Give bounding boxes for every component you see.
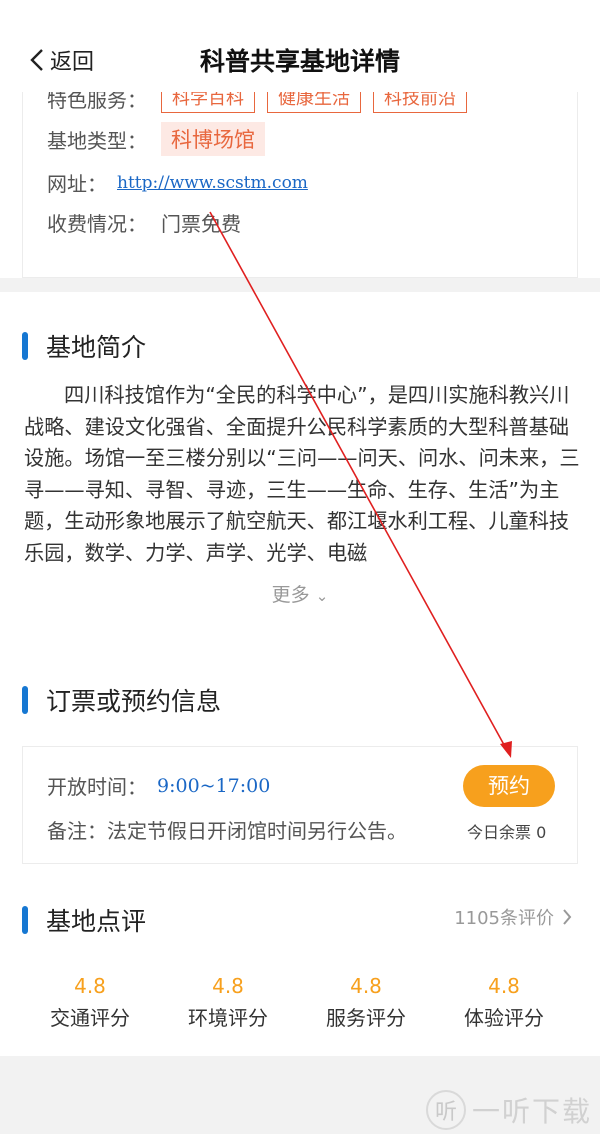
intro-text: 四川科技馆作为“全民的科学中心”，是四川实施科教兴川战略、建设文化强省、全面提升… [24, 383, 580, 565]
watermark: 听 一听下载 [425, 1090, 592, 1130]
type-badge: 科博场馆 [161, 122, 265, 156]
score-value: 4.8 [212, 974, 244, 998]
booking-note: 备注：法定节假日开闭馆时间另行公告。 [47, 819, 407, 843]
base-info-card: 特色服务： 科学百科 健康生活 科技前沿 基地类型： 科博场馆 网址： http… [22, 60, 578, 278]
booking-title: 订票或预约信息 [46, 687, 222, 716]
score-value: 4.8 [488, 974, 520, 998]
score-value: 4.8 [350, 974, 382, 998]
tickets-remaining: 今日余票 0 [467, 823, 547, 842]
base-info-section: 特色服务： 科学百科 健康生活 科技前沿 基地类型： 科博场馆 网址： http… [0, 60, 600, 278]
top-nav-bar: 返回 科普共享基地详情 [0, 0, 600, 92]
open-time-value: 9:00~17:00 [157, 774, 271, 797]
fee-label: 收费情况： [47, 212, 147, 236]
open-time-label: 开放时间： [47, 775, 147, 799]
website-row: 网址： http://www.scstm.com [47, 168, 308, 197]
chevron-right-icon [563, 909, 572, 925]
double-chevron-down-icon: ⌄ [315, 587, 329, 605]
website-link[interactable]: http://www.scstm.com [117, 173, 308, 193]
section-accent-bar [22, 906, 28, 934]
score-label: 环境评分 [188, 1006, 268, 1030]
fee-value: 门票免费 [161, 212, 241, 236]
type-label: 基地类型： [47, 128, 147, 153]
score-item: 4.8 环境评分 [153, 974, 303, 1031]
website-label: 网址： [47, 172, 107, 196]
reviews-title: 基地点评 [46, 907, 147, 936]
score-value: 4.8 [74, 974, 106, 998]
intro-section: 基地简介 四川科技馆作为“全民的科学中心”，是四川实施科教兴川战略、建设文化强省… [0, 292, 600, 654]
score-label: 交通评分 [50, 1006, 130, 1030]
more-button[interactable]: 更多 ⌄ [0, 580, 600, 607]
open-time-row: 开放时间： 9:00~17:00 [47, 771, 270, 800]
score-item: 4.8 体验评分 [429, 974, 579, 1031]
more-label: 更多 [271, 584, 310, 606]
page-title: 科普共享基地详情 [199, 47, 400, 76]
section-accent-bar [22, 332, 28, 360]
booking-section: 订票或预约信息 开放时间： 9:00~17:00 备注：法定节假日开闭馆时间另行… [0, 654, 600, 884]
reserve-button[interactable]: 预约 [463, 765, 555, 807]
review-count-link[interactable]: 1105条评价 [454, 904, 572, 930]
score-label: 服务评分 [326, 1006, 406, 1030]
intro-header: 基地简介 [22, 328, 146, 364]
score-item: 4.8 服务评分 [291, 974, 441, 1031]
type-row: 基地类型： 科博场馆 [47, 122, 265, 156]
score-label: 体验评分 [464, 1006, 544, 1030]
watermark-text: 一听下载 [471, 1095, 592, 1128]
review-count: 1105条评价 [454, 908, 554, 929]
section-accent-bar [22, 686, 28, 714]
watermark-logo-icon: 听 [425, 1090, 466, 1130]
intro-title: 基地简介 [46, 333, 147, 362]
booking-card: 开放时间： 9:00~17:00 备注：法定节假日开闭馆时间另行公告。 预约 今… [22, 746, 578, 864]
reviews-section: 基地点评 1105条评价 4.8 交通评分 4.8 环境评分 4.8 服务评分 … [0, 884, 600, 1056]
reviews-header: 基地点评 [22, 902, 146, 938]
score-item: 4.8 交通评分 [15, 974, 165, 1031]
fee-row: 收费情况： 门票免费 [47, 208, 241, 237]
score-list: 4.8 交通评分 4.8 环境评分 4.8 服务评分 4.8 体验评分 [0, 974, 600, 1031]
booking-header: 订票或预约信息 [22, 682, 221, 718]
